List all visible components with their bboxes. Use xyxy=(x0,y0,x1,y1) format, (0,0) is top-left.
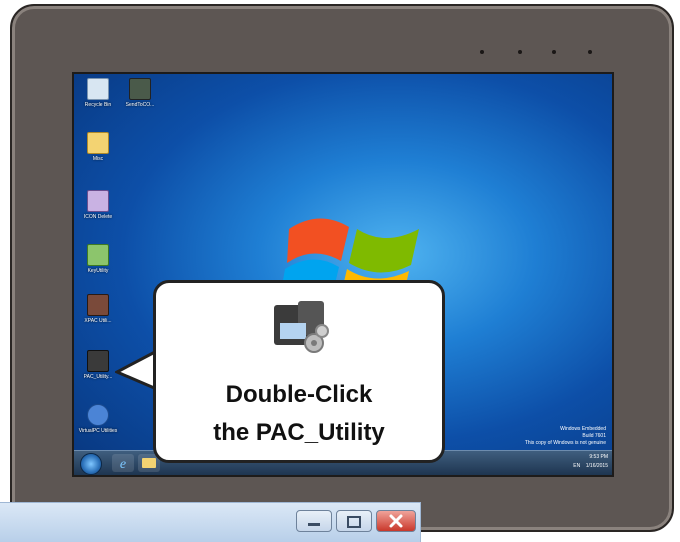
indicator-led xyxy=(588,50,592,54)
window-title-bar xyxy=(0,502,421,542)
clock-time: 9:53 PM xyxy=(589,454,608,460)
key-utility-icon xyxy=(87,244,109,266)
desktop-icon-virtual[interactable]: VirtualPC Utilities xyxy=(78,404,118,434)
system-tray[interactable]: EN 9:53 PM 1/16/2015 xyxy=(573,453,608,471)
icon-label: SendToCO... xyxy=(125,102,155,108)
recycle-bin-icon xyxy=(87,78,109,100)
icon-label: PAC_Utility... xyxy=(83,374,113,380)
internet-explorer-icon: e xyxy=(120,457,126,472)
desktop-icon-sendto[interactable]: SendToCO... xyxy=(120,78,160,108)
desktop-icon-delete[interactable]: ICON Delete xyxy=(78,190,118,220)
language-indicator[interactable]: EN xyxy=(573,463,580,469)
svg-text:e: e xyxy=(120,457,126,472)
watermark-line: Windows Embedded xyxy=(560,426,606,432)
folder-icon xyxy=(87,132,109,154)
pac-utility-icon xyxy=(87,350,109,372)
virtual-icon xyxy=(87,404,109,426)
desktop-icon-keyutility[interactable]: KeyUtility xyxy=(78,244,118,274)
icon-label: ICON Delete xyxy=(83,214,113,220)
tray-clock[interactable]: 9:53 PM 1/16/2015 xyxy=(586,453,608,471)
send-to-icon xyxy=(129,78,151,100)
maximize-button[interactable] xyxy=(336,510,372,532)
minimize-button[interactable] xyxy=(296,510,332,532)
pac-utility-icon xyxy=(274,301,329,353)
folder-icon xyxy=(142,458,156,468)
icon-label: KeyUtility xyxy=(87,268,109,274)
callout-line-2: the PAC_Utility xyxy=(213,419,385,446)
minimize-icon xyxy=(308,523,320,526)
taskbar-ie-button[interactable]: e xyxy=(112,454,134,472)
clock-date: 1/16/2015 xyxy=(585,463,608,469)
icon-label: XPAC Utili... xyxy=(84,318,112,324)
instruction-callout: Double-Click the PAC_Utility xyxy=(153,280,445,463)
indicator-led xyxy=(480,50,484,54)
indicator-led xyxy=(518,50,522,54)
icon-label: Recycle Bin xyxy=(84,102,112,108)
watermark-line: Build 7601 xyxy=(582,433,606,439)
icon-label: Misc xyxy=(92,156,104,162)
desktop-icon-pac-utility[interactable]: PAC_Utility... xyxy=(78,350,118,380)
callout-line-1: Double-Click xyxy=(225,381,373,408)
device-icon xyxy=(87,294,109,316)
icon-label: VirtualPC Utilities xyxy=(78,428,118,434)
start-button[interactable] xyxy=(80,453,102,475)
desktop-icon-misc[interactable]: Misc xyxy=(78,132,118,162)
close-button[interactable] xyxy=(376,510,416,532)
desktop-icon-xpac[interactable]: XPAC Utili... xyxy=(78,294,118,324)
maximize-icon xyxy=(347,516,361,528)
watermark-line: This copy of Windows is not genuine xyxy=(524,440,606,446)
close-icon xyxy=(389,514,403,528)
desktop-icon-recycle-bin[interactable]: Recycle Bin xyxy=(78,78,118,108)
indicator-led xyxy=(552,50,556,54)
app-icon xyxy=(87,190,109,212)
windows-watermark: Windows Embedded Build 7601 This copy of… xyxy=(525,426,606,447)
